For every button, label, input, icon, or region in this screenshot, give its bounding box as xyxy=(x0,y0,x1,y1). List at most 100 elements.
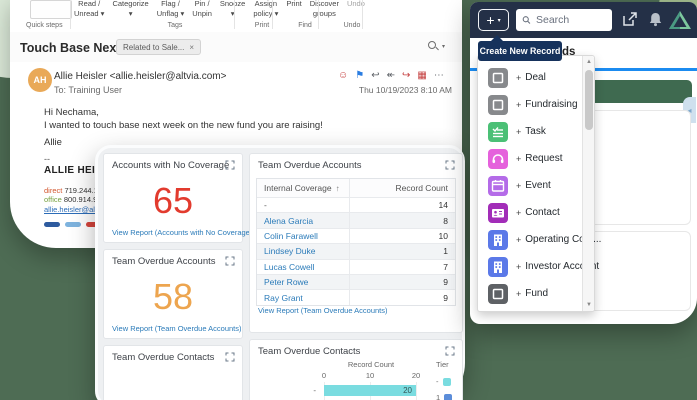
signature-office-label: office xyxy=(44,195,62,204)
ribbon-divider xyxy=(234,0,235,29)
scroll-down-icon[interactable]: ▼ xyxy=(583,302,595,308)
menu-item-label: Fundraising xyxy=(525,99,577,110)
coverage-link[interactable]: Ray Grant xyxy=(257,290,350,304)
new-record-button[interactable]: + ▾ xyxy=(478,9,509,31)
menu-item-request[interactable]: + Request xyxy=(478,145,582,172)
view-report-link[interactable]: View Report (Accounts with No Coverage) xyxy=(112,228,252,237)
ribbon-button-snooze[interactable]: Snooze▾ xyxy=(220,0,245,19)
menu-item-label: Contact xyxy=(525,207,559,218)
card-title: Team Overdue Contacts xyxy=(258,346,360,357)
menu-item-event[interactable]: + Event xyxy=(478,172,582,199)
custom-object-icon xyxy=(488,95,508,115)
magnifier-icon-tail xyxy=(435,47,439,51)
ribbon-divider xyxy=(70,0,71,29)
column-header-internal-coverage[interactable]: Internal Coverage ↑ xyxy=(257,179,350,197)
menu-item-investor-account[interactable]: + Investor Account xyxy=(478,253,582,280)
ribbon-button-discover-groups[interactable]: Discovergroups xyxy=(310,0,339,19)
custom-object-icon xyxy=(488,68,508,88)
menu-item-contact[interactable]: + Contact xyxy=(478,199,582,226)
reply-icon[interactable]: ↩ xyxy=(371,70,379,81)
ribbon-button-pin-unpin[interactable]: Pin /Unpin xyxy=(192,0,212,19)
gridline xyxy=(416,382,417,400)
email-body-line: Hi Nechama, xyxy=(44,106,323,119)
quick-steps-gallery[interactable] xyxy=(30,0,72,19)
table-row: Ray Grant 9 xyxy=(257,289,455,304)
email-from: Allie Heisler <allie.heisler@altvia.com> xyxy=(54,71,226,82)
menu-item-task[interactable]: + Task xyxy=(478,118,582,145)
menu-item-label: Fund xyxy=(525,288,548,299)
ribbon-group-undo: Undo xyxy=(330,22,374,29)
ribbon-button-assign-policy[interactable]: Assignpolicy ▾ xyxy=(253,0,278,19)
axis-tick: 10 xyxy=(360,371,380,380)
expand-icon[interactable] xyxy=(225,256,235,266)
coverage-link[interactable]: Peter Rowe xyxy=(257,275,350,289)
scroll-up-icon[interactable]: ▲ xyxy=(583,59,595,65)
coverage-link[interactable]: Colin Farawell xyxy=(257,229,350,243)
email-timestamp: Thu 10/19/2023 8:10 AM xyxy=(359,85,452,95)
twitter-icon[interactable] xyxy=(65,222,81,227)
metric-value: 58 xyxy=(104,276,242,318)
menu-item-deal[interactable]: + Deal xyxy=(478,64,582,91)
quick-steps-label: Quick steps xyxy=(26,22,63,29)
linkedin-icon[interactable] xyxy=(44,222,60,227)
ribbon-button-flag-unflag[interactable]: Flag /Unflag ▾ xyxy=(157,0,185,19)
chart-bar-tier-dash[interactable]: 20 xyxy=(324,385,416,396)
reply-all-icon[interactable]: ↞ xyxy=(387,70,395,81)
task-icon xyxy=(488,122,508,142)
smiley-icon[interactable]: ☺ xyxy=(338,70,348,81)
card-team-overdue-contacts-metric: Team Overdue Contacts xyxy=(103,345,243,400)
ribbon-button-categorize[interactable]: Categorize▾ xyxy=(112,0,148,19)
coverage-link[interactable]: Alena Garcia xyxy=(257,213,350,227)
plus-icon: + xyxy=(516,208,521,218)
count-cell: 7 xyxy=(350,260,455,274)
signature-direct-label: direct xyxy=(44,186,62,195)
email-signoff: Allie xyxy=(44,137,62,148)
table-row: Peter Rowe 9 xyxy=(257,274,455,289)
contact-card-icon xyxy=(488,203,508,223)
tooltip-arrow xyxy=(491,35,503,41)
subject-bar: Touch Base Next Week Related to Sale... … xyxy=(10,32,462,62)
coverage-link[interactable]: Lucas Cowell xyxy=(257,260,350,274)
sort-ascending-icon: ↑ xyxy=(336,184,340,193)
related-record-tag[interactable]: Related to Sale... × xyxy=(116,39,201,55)
bell-icon[interactable] xyxy=(648,11,663,27)
expand-icon[interactable] xyxy=(225,160,235,170)
scrollbar[interactable]: ▲ ▼ xyxy=(582,56,594,311)
plus-icon: + xyxy=(516,289,521,299)
calendar-icon[interactable]: ▦ xyxy=(417,70,426,81)
external-link-icon[interactable] xyxy=(622,11,638,27)
event-icon xyxy=(488,176,508,196)
menu-item-fundraising[interactable]: + Fundraising xyxy=(478,91,582,118)
ribbon-buttons: Read /Unread ▾ Categorize▾ Flag /Unflag … xyxy=(74,0,365,19)
plus-icon: + xyxy=(516,235,521,245)
zoom-control[interactable]: ▾ xyxy=(428,40,450,54)
menu-item-operating-company[interactable]: + Operating Com... xyxy=(478,226,582,253)
global-search[interactable] xyxy=(516,9,612,31)
coverage-link[interactable]: Lindsey Duke xyxy=(257,244,350,258)
more-icon[interactable]: ⋯ xyxy=(434,70,444,81)
table-row: Alena Garcia 8 xyxy=(257,212,455,227)
scrollbar-thumb[interactable] xyxy=(585,70,593,130)
forward-icon[interactable]: ↪ xyxy=(402,70,410,81)
tag-close-icon[interactable]: × xyxy=(189,43,194,52)
plus-icon: + xyxy=(516,73,521,83)
plus-icon: + xyxy=(516,127,521,137)
flag-icon[interactable]: ⚑ xyxy=(355,70,364,81)
search-input[interactable] xyxy=(536,14,606,26)
count-cell: 10 xyxy=(350,229,455,243)
card-team-overdue-accounts-table: Team Overdue Accounts Internal Coverage … xyxy=(249,153,463,333)
column-header-record-count[interactable]: Record Count xyxy=(350,179,455,197)
ribbon-button-read-unread[interactable]: Read /Unread ▾ xyxy=(74,0,104,19)
mail-action-icons: ☺ ⚑ ↩ ↞ ↪ ▦ ⋯ xyxy=(338,70,444,81)
menu-item-fund[interactable]: + Fund xyxy=(478,280,582,307)
ribbon-button-print[interactable]: Print xyxy=(286,0,301,19)
expand-icon[interactable] xyxy=(225,352,235,362)
ribbon-group-tags: Tags xyxy=(153,22,197,29)
expand-icon[interactable] xyxy=(445,160,455,170)
expand-icon[interactable] xyxy=(445,346,455,356)
axis-tick: 0 xyxy=(314,371,334,380)
custom-object-icon xyxy=(488,284,508,304)
card-title: Accounts with No Coverage xyxy=(112,160,229,171)
view-report-link[interactable]: View Report (Team Overdue Accounts) xyxy=(112,324,242,333)
view-report-link[interactable]: View Report (Team Overdue Accounts) xyxy=(258,306,388,315)
